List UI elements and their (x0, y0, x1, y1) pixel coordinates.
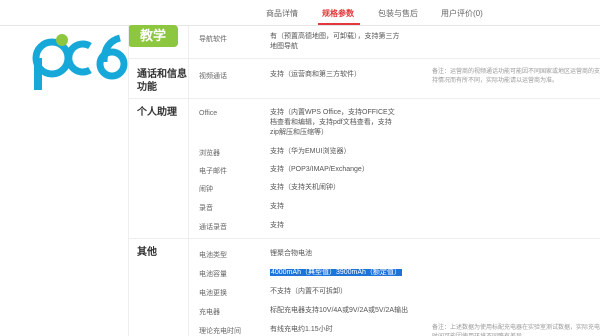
tab-user-reviews[interactable]: 用户评价(0) (441, 8, 483, 19)
spec-value: 不支持（内置不可拆卸） (270, 288, 347, 295)
spec-value: 标配充电器支持10V/4A或9V/2A或5V/2A输出 (270, 307, 409, 314)
row-divider (128, 98, 600, 99)
spec-key: 闹钟 (199, 186, 213, 193)
spec-value: 支持 (270, 203, 284, 210)
tab-specifications[interactable]: 规格参数 (322, 8, 354, 19)
row-divider (128, 58, 600, 59)
spec-value: 支持（内置WPS Office，支持OFFICE文档查看和编辑，支持pdf文档查… (270, 109, 395, 136)
spec-key: 浏览器 (199, 150, 220, 157)
spec-key: 电子邮件 (199, 168, 227, 175)
selected-text[interactable]: 4000mAh（典型值）3900mAh（额定值） (270, 269, 402, 276)
spec-key: Office (199, 110, 218, 117)
spec-key: 电池类型 (199, 252, 227, 259)
section-comm-info: 通话和信息功能 (137, 69, 187, 93)
spec-key: 视频通话 (199, 73, 227, 80)
spec-tab-bar: 商品详情 规格参数 包装与售后 用户评价(0) (0, 0, 600, 26)
spec-key: 导航软件 (199, 36, 227, 43)
logo-badge-teaching: 教学 (128, 25, 178, 47)
spec-key: 理论充电时间 (199, 328, 241, 335)
spec-value: 支持 (270, 222, 284, 229)
table-divider (128, 26, 129, 336)
spec-key: 电池更换 (199, 290, 227, 297)
spec-value: 支持（POP3/IMAP/Exchange） (270, 166, 369, 173)
spec-value: 有（预置高德地图，可卸载），支持第三方地图导航 (270, 33, 400, 50)
active-tab-indicator (318, 23, 360, 25)
spec-value: 锂聚合物电池 (270, 250, 312, 257)
pc6-logo-mark (32, 34, 128, 90)
spec-value: 有线充电约1.15小时 (270, 326, 333, 333)
spec-value: 支持（运营商和第三方软件） (270, 71, 361, 78)
spec-value-highlighted[interactable]: 4000mAh（典型值）3900mAh（额定值） (270, 268, 470, 278)
spec-key: 电池容量 (199, 271, 227, 278)
spec-key: 录音 (199, 205, 213, 212)
section-personal-assistant: 个人助理 (137, 107, 177, 118)
spec-note: 备注：上述数据为使用标配充电器在实验室测试数据，实际充电时间可能因使用环境不同略… (432, 325, 600, 336)
spec-value: 支持（支持关机闹钟） (270, 184, 340, 191)
tab-packaging-aftersales[interactable]: 包装与售后 (378, 8, 418, 19)
section-other: 其他 (137, 247, 157, 258)
spec-key: 通话录音 (199, 224, 227, 231)
spec-note: 备注：运营商的视频通话功能可能因不同国家或地区运营商的支持情况而有所不同，实际功… (432, 69, 600, 84)
spec-value: 支持（华为EMUI浏览器） (270, 148, 351, 155)
row-divider (128, 238, 600, 239)
spec-key: 充电器 (199, 309, 220, 316)
tab-product-details[interactable]: 商品详情 (266, 8, 298, 19)
